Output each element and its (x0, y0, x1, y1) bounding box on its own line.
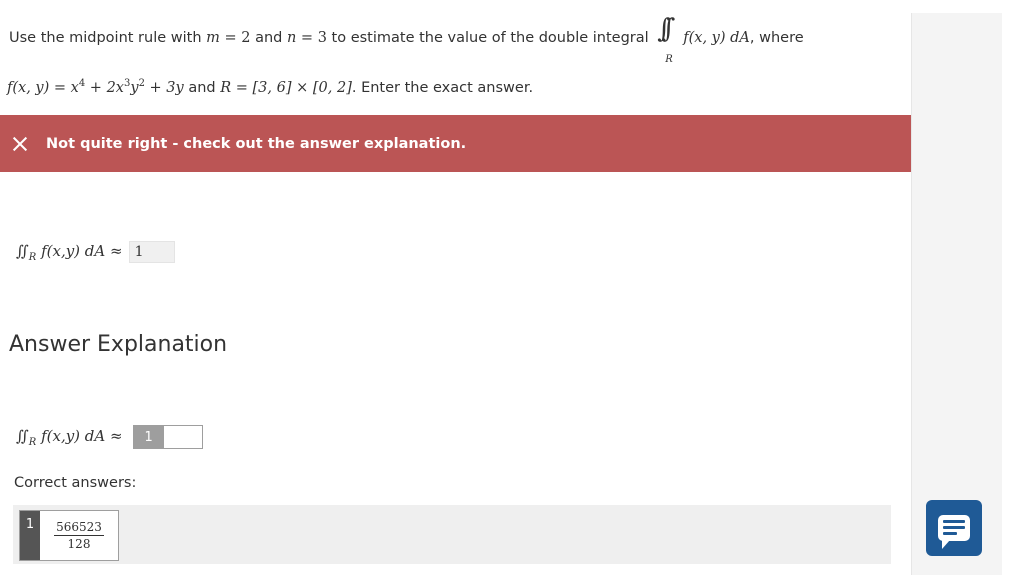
answer-input[interactable]: 1 (128, 241, 175, 263)
close-icon (12, 136, 28, 152)
question-text: . Enter the exact answer. (351, 79, 534, 96)
m-variable: m (206, 30, 220, 46)
explanation-answer-row: ∬R f(x,y) dA ≈ 1 (16, 425, 203, 449)
fraction-denominator: 128 (67, 537, 91, 551)
question-panel: Use the midpoint rule with m = 2 and n =… (0, 0, 911, 575)
integral-region: R (665, 54, 673, 65)
question-text-line-1: Use the midpoint rule with m = 2 and n =… (9, 14, 804, 65)
function-term: + 3y (144, 79, 184, 96)
correct-answer-item: 1 566523 128 (19, 510, 119, 561)
right-sidebar (911, 13, 1002, 575)
question-text: Use the midpoint rule with (9, 30, 207, 46)
correct-answers-label: Correct answers: (14, 475, 137, 491)
answer-expression: ∬R f(x,y) dA ≈ (16, 427, 123, 448)
fraction: 566523 128 (40, 511, 118, 560)
integral-sign: ∬ (16, 426, 29, 445)
region-definition: R = [3, 6] × [0, 2] (220, 79, 352, 96)
answer-expression: ∬R f(x,y) dA ≈ (16, 242, 123, 263)
chat-line (943, 526, 965, 529)
student-answer-row: ∬R f(x,y) dA ≈ 1 (16, 241, 175, 263)
blank-number-tag: 1 (133, 426, 164, 448)
function-definition: f(x, y) = x (7, 79, 79, 96)
function-term: + 2x (85, 79, 124, 96)
fraction-numerator: 566523 (54, 520, 104, 536)
m-value: = 2 (219, 30, 251, 46)
correct-answers-panel: 1 566523 128 (13, 505, 891, 564)
explanation-blank: 1 (132, 425, 203, 449)
question-text: and (183, 79, 221, 96)
n-variable: n (286, 30, 297, 46)
question-text: , where (749, 30, 804, 46)
chat-button[interactable] (926, 500, 982, 556)
feedback-message: Not quite right - check out the answer e… (46, 135, 467, 152)
n-value: = 3 (296, 30, 327, 46)
integrand: f(x,y) dA ≈ (36, 241, 123, 260)
integrand: f(x, y) dA (683, 30, 750, 46)
integral-sign: ∫∫ (657, 14, 675, 44)
double-integral-symbol: ∫∫ R (653, 14, 683, 65)
correct-answer-number: 1 (20, 511, 40, 560)
function-term: y (130, 79, 139, 96)
feedback-banner: Not quite right - check out the answer e… (0, 115, 911, 172)
chat-icon (938, 515, 970, 549)
explanation-heading: Answer Explanation (9, 332, 228, 357)
chat-line (943, 532, 958, 535)
chat-line (943, 520, 965, 523)
question-text: and (250, 30, 287, 46)
integrand: f(x,y) dA ≈ (36, 426, 123, 445)
integral-sign: ∬ (16, 241, 29, 260)
question-text: to estimate the value of the double inte… (326, 30, 654, 46)
blank-box (163, 426, 202, 448)
question-text-line-2: f(x, y) = x4 + 2x3y2 + 3y and R = [3, 6]… (7, 78, 533, 96)
